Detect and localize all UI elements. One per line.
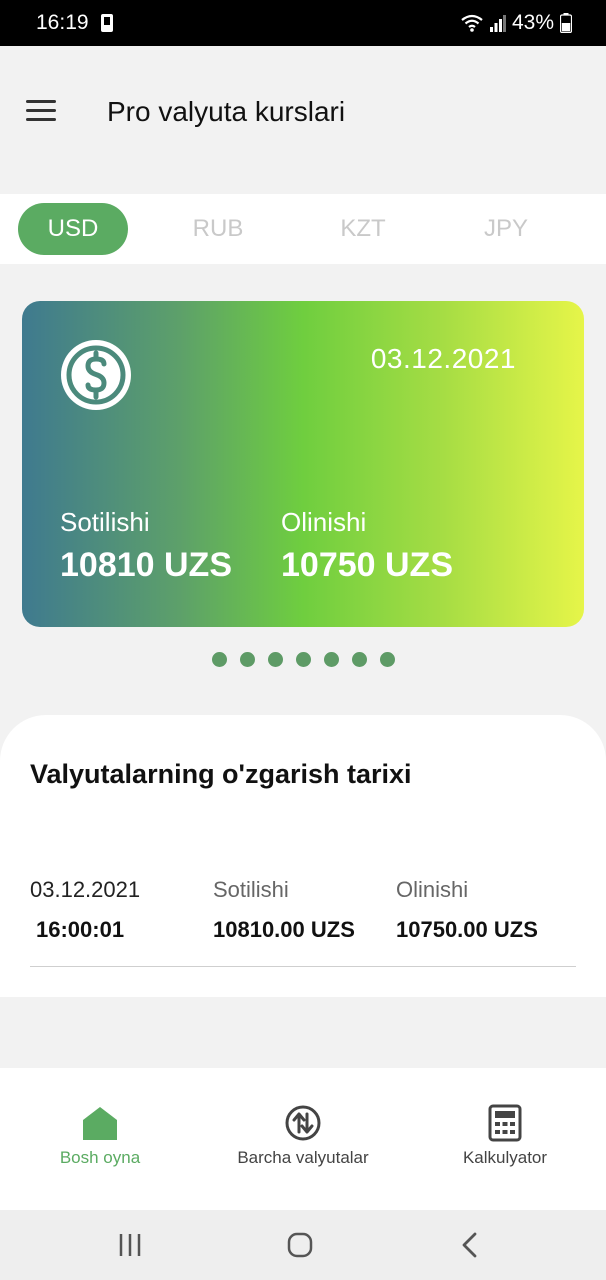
pager-dot[interactable]: [268, 652, 283, 667]
history-divider: [30, 966, 576, 967]
nav-home-label: Bosh oyna: [59, 1148, 141, 1167]
history-sell-label: Sotilishi: [213, 877, 289, 902]
nav-calculator[interactable]: Kalkulyator: [405, 1104, 605, 1168]
calculator-icon: [488, 1104, 522, 1142]
card-date: 03.12.2021: [370, 343, 516, 374]
pager-dot[interactable]: [380, 652, 395, 667]
bottom-nav: Bosh oyna Barcha valyutalar Kalkulyator: [0, 1068, 606, 1210]
nav-calculator-label: Kalkulyator: [462, 1148, 548, 1167]
status-time: 16:19: [36, 11, 89, 34]
sell-label: Sotilishi: [60, 507, 150, 537]
home-icon: [83, 1107, 117, 1140]
pager-dot[interactable]: [240, 652, 255, 667]
signal-icon: [489, 15, 506, 32]
sell-value: 10810 UZS: [60, 546, 232, 584]
history-panel: Valyutalarning o'zgarish tarixi 03.12.20…: [0, 715, 606, 997]
nav-all-currencies[interactable]: Barcha valyutalar: [203, 1104, 403, 1168]
battery-percent: 43%: [511, 11, 554, 34]
back-icon[interactable]: [450, 1230, 490, 1260]
history-time: 16:00:01: [36, 917, 125, 942]
battery-icon: [560, 13, 572, 33]
tab-jpy[interactable]: JPY: [451, 203, 561, 255]
status-left: 16:19: [36, 11, 117, 35]
history-date: 03.12.2021: [30, 877, 141, 902]
currency-tabs: USD RUB KZT JPY: [0, 194, 606, 264]
pager-dot[interactable]: [324, 652, 339, 667]
wifi-icon: [461, 14, 483, 32]
home-button-icon[interactable]: [280, 1230, 320, 1260]
status-bar: 16:19 43%: [0, 0, 606, 46]
tab-usd[interactable]: USD: [18, 203, 128, 255]
pager-dot[interactable]: [296, 652, 311, 667]
buy-value: 10750 UZS: [281, 546, 453, 584]
rate-card[interactable]: 03.12.2021 Sotilishi 10810 UZS Olinishi …: [22, 301, 584, 627]
dollar-circle-icon: [61, 340, 131, 410]
system-nav-bar: [0, 1210, 606, 1280]
pager-dots: [212, 652, 395, 667]
pager-dot[interactable]: [352, 652, 367, 667]
page-title: Pro valyuta kurslari: [107, 96, 346, 127]
nav-all-currencies-label: Barcha valyutalar: [237, 1148, 369, 1167]
recent-apps-icon[interactable]: [110, 1230, 150, 1260]
buy-label: Olinishi: [281, 507, 367, 537]
app-bar: Pro valyuta kurslari: [0, 46, 606, 186]
history-buy-value: 10750.00 UZS: [396, 917, 538, 942]
tab-kzt[interactable]: KZT: [308, 203, 418, 255]
status-right: 43%: [460, 11, 572, 35]
nav-home[interactable]: Bosh oyna: [0, 1104, 200, 1168]
hamburger-menu-icon[interactable]: [26, 100, 56, 122]
history-buy-label: Olinishi: [396, 877, 469, 902]
history-sell-value: 10810.00 UZS: [213, 917, 355, 942]
pager-dot[interactable]: [212, 652, 227, 667]
exchange-arrows-icon: [285, 1105, 321, 1141]
phone-notification-icon: [100, 14, 113, 32]
tab-rub[interactable]: RUB: [163, 203, 273, 255]
history-title: Valyutalarning o'zgarish tarixi: [30, 759, 412, 789]
